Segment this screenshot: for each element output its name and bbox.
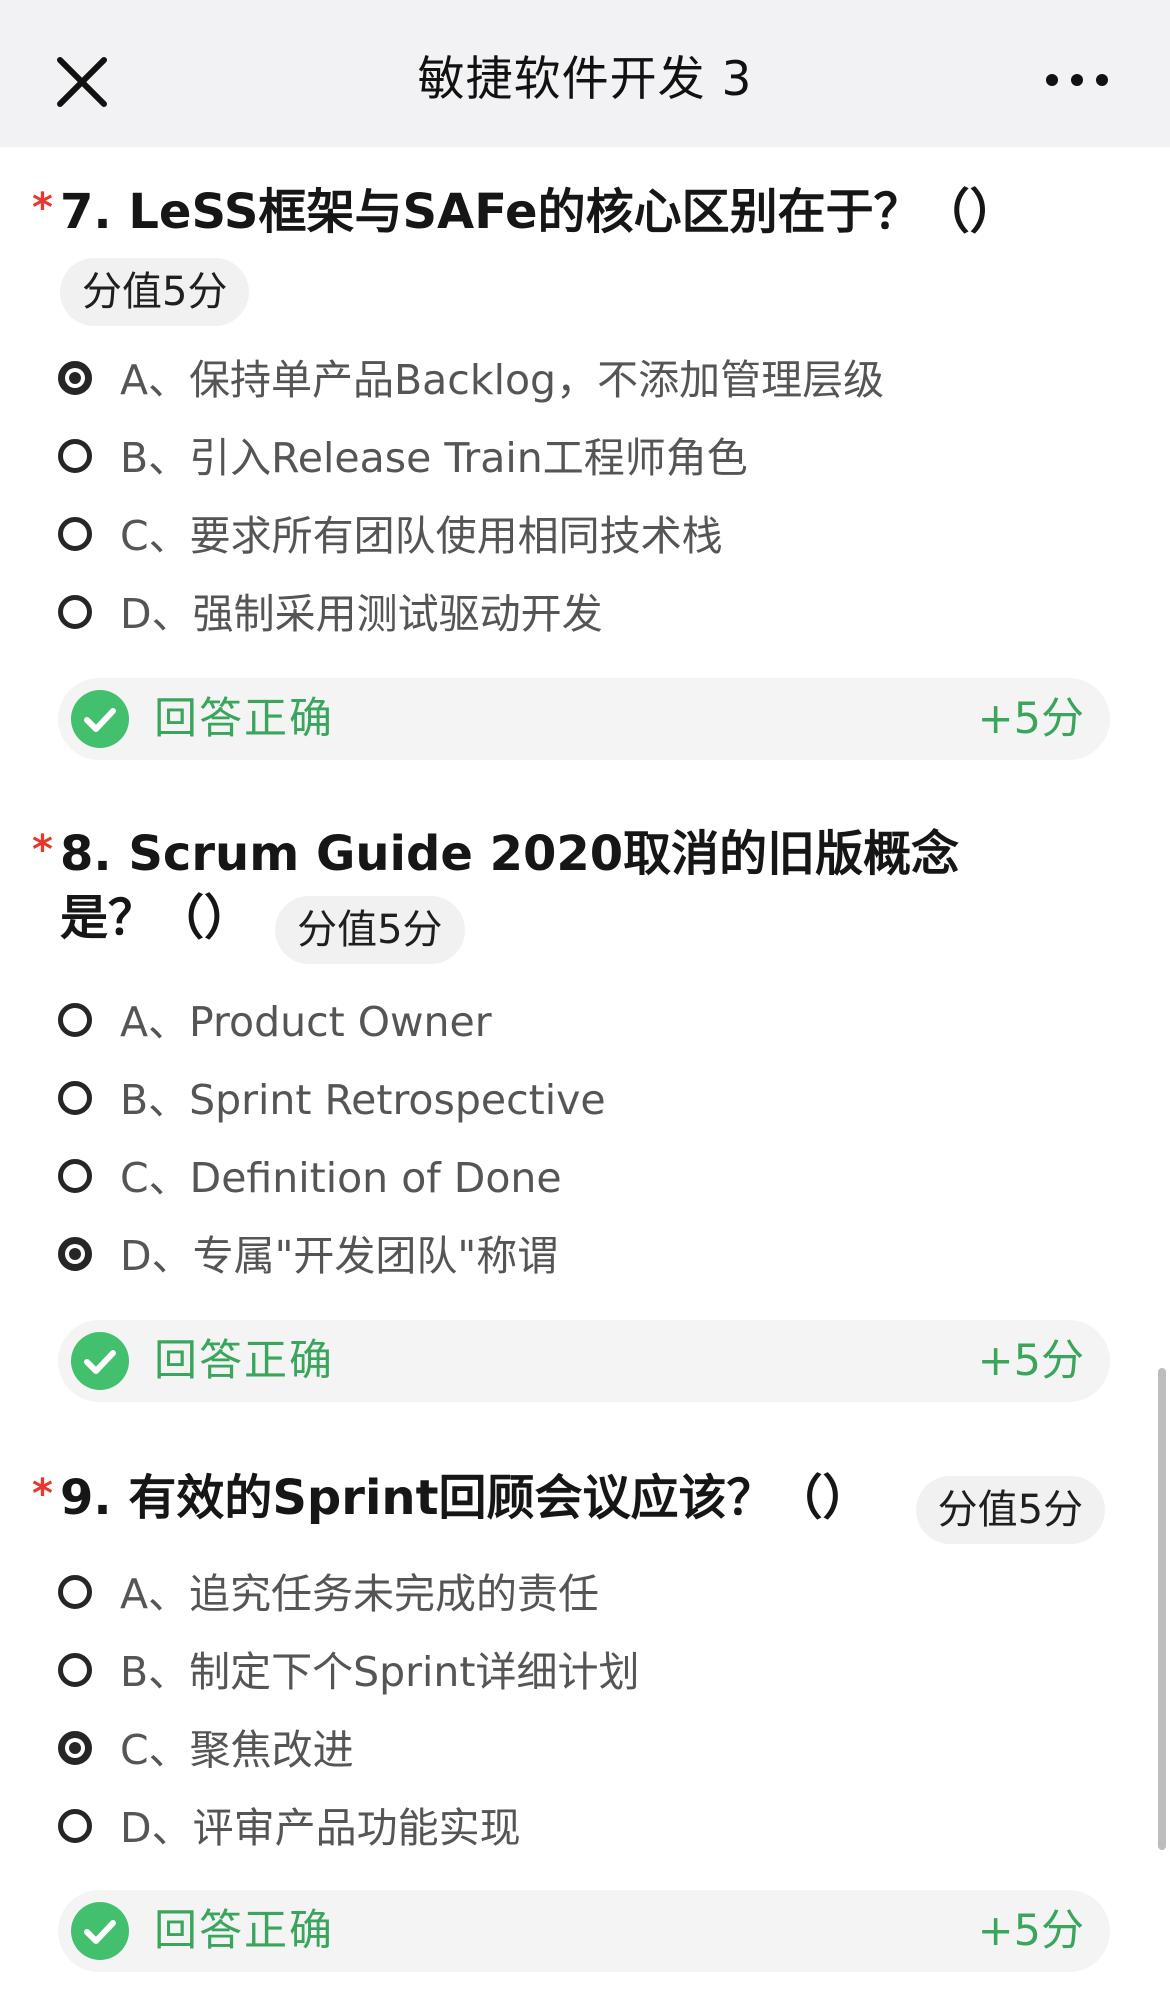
option-b[interactable]: B、引入Release Train工程师角色	[58, 419, 1108, 497]
result-text: 回答正确	[154, 1906, 334, 1956]
radio-selected-icon[interactable]	[58, 1237, 92, 1271]
question-header: * 7. LeSS框架与SAFe的核心区别在于？（） 分值5分	[0, 180, 1170, 326]
question-text: 8. Scrum Guide 2020取消的旧版概念是？（）	[60, 826, 960, 946]
option-label: B、Sprint Retrospective	[120, 1076, 606, 1124]
option-label: C、聚焦改进	[120, 1726, 354, 1774]
radio-icon[interactable]	[58, 1081, 92, 1115]
quiz-page: 敏捷软件开发 3 * 7. LeSS框架与SAFe的核心区别在于？（） 分值5分…	[0, 0, 1170, 2013]
close-button[interactable]	[50, 50, 114, 114]
radio-icon[interactable]	[58, 1159, 92, 1193]
check-circle-icon	[70, 1331, 130, 1391]
radio-icon[interactable]	[58, 1575, 92, 1609]
result-banner: 回答正确 +5分	[58, 1320, 1110, 1402]
required-mark: *	[32, 1471, 53, 1517]
result-banner: 回答正确 +5分	[58, 678, 1110, 760]
score-badge: 分值5分	[275, 895, 465, 964]
option-label: A、追究任务未完成的责任	[120, 1570, 600, 1618]
option-c[interactable]: C、Definition of Done	[58, 1139, 1108, 1217]
radio-icon[interactable]	[58, 595, 92, 629]
option-c[interactable]: C、要求所有团队使用相同技术栈	[58, 497, 1108, 575]
more-button[interactable]	[1032, 56, 1122, 104]
question-text: 7. LeSS框架与SAFe的核心区别在于？（）	[60, 184, 1018, 240]
scrollbar[interactable]	[1158, 1368, 1166, 1850]
option-label: B、引入Release Train工程师角色	[120, 434, 748, 482]
top-bar: 敏捷软件开发 3	[0, 0, 1170, 147]
option-a[interactable]: A、追究任务未完成的责任	[58, 1555, 1108, 1633]
option-d[interactable]: D、专属"开发团队"称谓	[58, 1217, 1108, 1295]
more-dots-icon	[1046, 74, 1108, 86]
radio-selected-icon[interactable]	[58, 361, 92, 395]
required-mark: *	[32, 827, 53, 873]
option-d[interactable]: D、强制采用测试驱动开发	[58, 575, 1108, 653]
option-b[interactable]: B、制定下个Sprint详细计划	[58, 1633, 1108, 1711]
result-text: 回答正确	[154, 694, 334, 744]
check-circle-icon	[70, 1901, 130, 1961]
result-text: 回答正确	[154, 1336, 334, 1386]
question-header: * 9. 有效的Sprint回顾会议应该？（） 分值5分	[0, 1466, 1170, 1544]
radio-icon[interactable]	[58, 1653, 92, 1687]
close-icon	[57, 57, 107, 107]
option-a[interactable]: A、Product Owner	[58, 983, 1108, 1061]
option-label: C、Definition of Done	[120, 1154, 562, 1202]
radio-icon[interactable]	[58, 517, 92, 551]
result-score: +5分	[977, 1906, 1084, 1956]
radio-icon[interactable]	[58, 1809, 92, 1843]
option-label: A、Product Owner	[120, 998, 492, 1046]
question-7: * 7. LeSS框架与SAFe的核心区别在于？（） 分值5分	[0, 180, 1170, 326]
option-label: D、评审产品功能实现	[120, 1804, 521, 1852]
result-score: +5分	[977, 694, 1084, 744]
score-badge: 分值5分	[915, 1475, 1106, 1544]
question-9: * 9. 有效的Sprint回顾会议应该？（） 分值5分	[0, 1466, 1170, 1544]
radio-selected-icon[interactable]	[58, 1731, 92, 1765]
radio-icon[interactable]	[58, 1003, 92, 1037]
option-c[interactable]: C、聚焦改进	[58, 1711, 1108, 1789]
option-b[interactable]: B、Sprint Retrospective	[58, 1061, 1108, 1139]
question-8: * 8. Scrum Guide 2020取消的旧版概念是？（） 分值5分	[0, 822, 1170, 964]
check-circle-icon	[70, 689, 130, 749]
option-label: D、强制采用测试驱动开发	[120, 590, 603, 638]
option-a[interactable]: A、保持单产品Backlog，不添加管理层级	[58, 341, 1108, 419]
option-d[interactable]: D、评审产品功能实现	[58, 1789, 1108, 1867]
score-badge: 分值5分	[60, 258, 250, 326]
option-label: B、制定下个Sprint详细计划	[120, 1648, 640, 1696]
result-banner: 回答正确 +5分	[58, 1890, 1110, 1972]
question-text: 9. 有效的Sprint回顾会议应该？（）	[60, 1470, 871, 1526]
radio-icon[interactable]	[58, 439, 92, 473]
result-score: +5分	[977, 1336, 1084, 1386]
option-label: D、专属"开发团队"称谓	[120, 1232, 559, 1280]
option-label: C、要求所有团队使用相同技术栈	[120, 512, 723, 560]
question-header: * 8. Scrum Guide 2020取消的旧版概念是？（） 分值5分	[0, 822, 1170, 964]
page-title: 敏捷软件开发 3	[417, 52, 753, 107]
required-mark: *	[32, 185, 53, 231]
option-label: A、保持单产品Backlog，不添加管理层级	[120, 356, 885, 404]
